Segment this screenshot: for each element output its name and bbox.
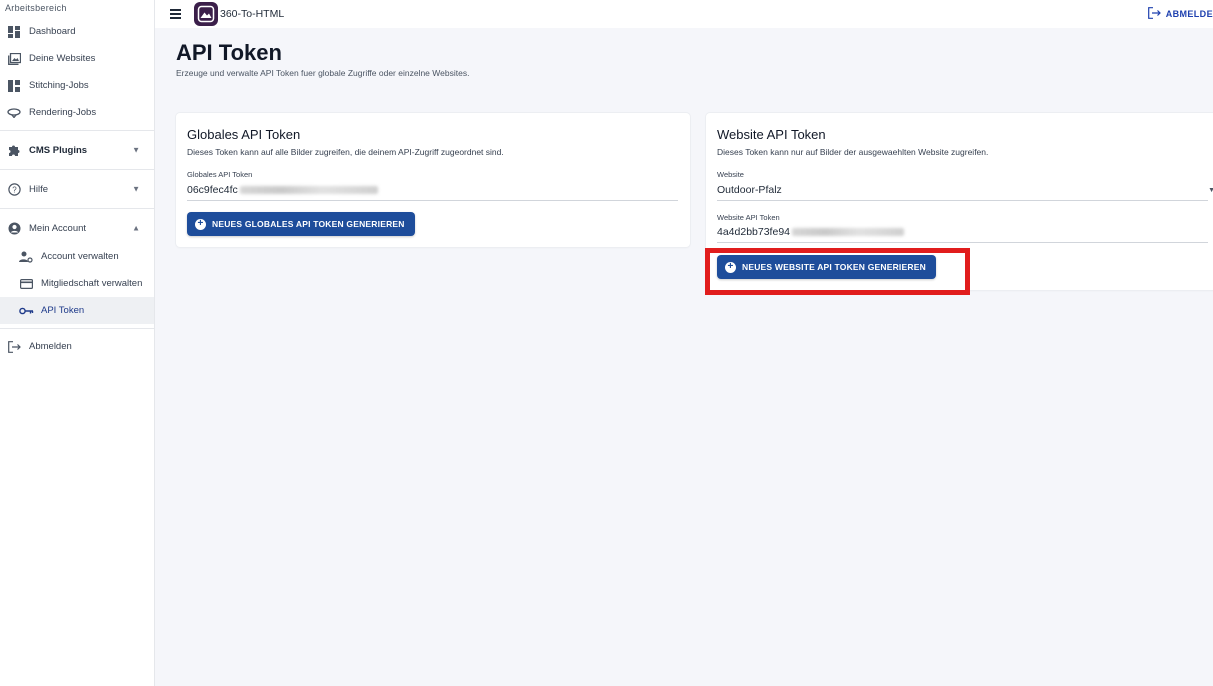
help-icon: ? <box>6 181 22 197</box>
button-label: NEUES WEBSITE API TOKEN GENERIEREN <box>742 262 926 272</box>
card-description: Dieses Token kann nur auf Bilder der aus… <box>717 147 989 157</box>
card-title: Website API Token <box>717 127 826 142</box>
sidebar-item-label: Abmelden <box>29 341 72 352</box>
topbar: 360-To-HTML ABMELDE <box>155 0 1213 28</box>
menu-icon[interactable] <box>170 4 190 24</box>
logout-button[interactable]: ABMELDE <box>1147 0 1213 28</box>
svg-text:?: ? <box>12 185 17 194</box>
sidebar-item-label: CMS Plugins <box>29 144 88 156</box>
global-token-field[interactable]: 06c9fec4fc <box>187 184 378 196</box>
field-label: Website API Token <box>717 213 780 222</box>
rendering-icon <box>6 105 22 121</box>
sidebar-item-label: Dashboard <box>29 26 76 37</box>
logout-icon <box>1147 7 1161 21</box>
sidebar-divider <box>0 328 154 329</box>
key-icon <box>18 303 34 319</box>
sidebar-item-mein-account[interactable]: Mein Account ▲ <box>0 213 154 243</box>
sidebar-item-label: Mitgliedschaft verwalten <box>41 278 143 289</box>
chevron-down-icon: ▼ <box>132 145 140 155</box>
sidebar-item-stitching[interactable]: Stitching-Jobs <box>0 72 154 99</box>
sidebar-item-api-token[interactable]: API Token <box>0 297 154 324</box>
account-circle-icon <box>6 220 22 236</box>
manage-account-icon <box>18 249 34 265</box>
sidebar-item-account-verwalten[interactable]: Account verwalten <box>0 243 154 270</box>
sidebar-item-websites[interactable]: Deine Websites <box>0 45 154 72</box>
sidebar: Arbeitsbereich Dashboard Deine Websites … <box>0 0 155 686</box>
add-circle-icon: + <box>195 218 206 230</box>
field-underline <box>717 200 1208 201</box>
dashboard-icon <box>6 24 22 40</box>
page-title: API Token <box>176 40 282 65</box>
button-label: NEUES GLOBALES API TOKEN GENERIEREN <box>212 219 405 229</box>
logout-label: ABMELDE <box>1165 9 1213 19</box>
add-circle-icon: + <box>725 261 736 273</box>
token-value: 06c9fec4fc <box>187 184 238 196</box>
sidebar-item-label: Hilfe <box>29 183 49 195</box>
sidebar-item-cms-plugins[interactable]: CMS Plugins ▼ <box>0 135 154 165</box>
sidebar-divider <box>0 208 154 209</box>
sidebar-item-hilfe[interactable]: ? Hilfe ▼ <box>0 174 154 204</box>
app-logo[interactable] <box>194 2 218 26</box>
field-label: Globales API Token <box>187 170 253 179</box>
field-underline <box>717 242 1208 243</box>
sidebar-divider <box>0 169 154 170</box>
images-icon <box>6 51 22 67</box>
credit-card-icon <box>18 276 34 292</box>
sidebar-item-abmelden[interactable]: Abmelden <box>0 333 154 360</box>
app-name: 360-To-HTML <box>220 8 285 20</box>
website-token-card: Website API Token Dieses Token kann nur … <box>706 113 1213 290</box>
sidebar-item-rendering[interactable]: Rendering-Jobs <box>0 99 154 126</box>
sidebar-item-label: API Token <box>41 305 85 316</box>
card-description: Dieses Token kann auf alle Bilder zugrei… <box>187 147 504 157</box>
global-token-card: Globales API Token Dieses Token kann auf… <box>176 113 690 247</box>
sidebar-item-mitgliedschaft[interactable]: Mitgliedschaft verwalten <box>0 270 154 297</box>
website-token-field[interactable]: 4a4d2bb73fe94 <box>717 226 904 238</box>
stitching-icon <box>6 78 22 94</box>
main-content: API Token Erzeuge und verwalte API Token… <box>155 28 1213 686</box>
card-title: Globales API Token <box>187 127 301 142</box>
sidebar-item-label: Stitching-Jobs <box>29 80 89 91</box>
website-select[interactable]: Outdoor-Pfalz <box>717 184 1208 196</box>
sidebar-item-label: Rendering-Jobs <box>29 107 97 118</box>
token-redacted <box>239 186 378 194</box>
sidebar-item-label: Account verwalten <box>41 251 119 262</box>
chevron-down-icon: ▼ <box>132 184 140 194</box>
sidebar-item-label: Deine Websites <box>29 53 96 64</box>
field-underline <box>187 200 678 201</box>
sidebar-item-dashboard[interactable]: Dashboard <box>0 18 154 45</box>
sidebar-divider <box>0 130 154 131</box>
token-redacted <box>792 228 904 236</box>
website-select-value: Outdoor-Pfalz <box>717 184 782 196</box>
generate-global-token-button[interactable]: + NEUES GLOBALES API TOKEN GENERIEREN <box>187 212 415 236</box>
generate-website-token-button[interactable]: + NEUES WEBSITE API TOKEN GENERIEREN <box>717 255 936 279</box>
sidebar-item-label: Mein Account <box>29 222 87 234</box>
sidebar-section-label: Arbeitsbereich <box>5 3 67 13</box>
chevron-up-icon: ▲ <box>132 223 140 233</box>
field-label: Website <box>717 170 744 179</box>
dropdown-arrow-icon[interactable]: ▼ <box>1208 187 1213 194</box>
token-value: 4a4d2bb73fe94 <box>717 226 790 238</box>
logout-icon <box>6 339 22 355</box>
puzzle-icon <box>6 142 22 158</box>
page-subtitle: Erzeuge und verwalte API Token fuer glob… <box>176 68 470 78</box>
